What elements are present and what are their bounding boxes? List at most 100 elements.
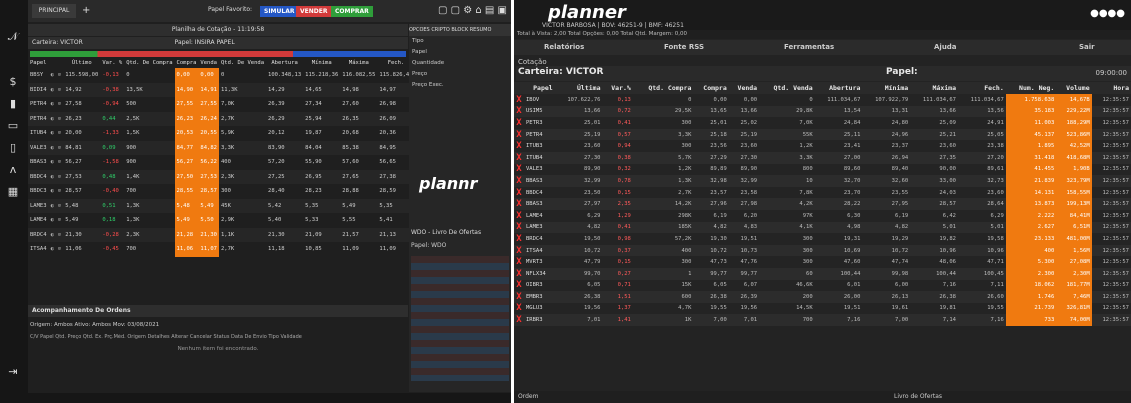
left-col-header[interactable]: Var. % bbox=[100, 58, 124, 68]
right-col-header[interactable]: Última bbox=[554, 82, 603, 94]
remove-row-icon[interactable]: X bbox=[514, 267, 524, 280]
remove-row-icon[interactable]: X bbox=[514, 221, 524, 234]
table-row[interactable]: X BBDC4 23,50 0,15 2,7K 23,57 23,58 7,8K 23,70 23… bbox=[514, 186, 1131, 199]
remove-row-icon[interactable]: X bbox=[514, 151, 524, 164]
right-col-header[interactable]: Fech. bbox=[957, 82, 1006, 94]
table-row[interactable]: X MVRT3 47,79 0,15 300 47,73 47,76 300 47,60 47,7… bbox=[514, 256, 1131, 268]
menu-ajuda[interactable]: Ajuda bbox=[934, 40, 957, 55]
table-row[interactable]: X LAME4 6,29 1,29 298K 6,19 6,20 97K 6,30 6,19 6,4… bbox=[514, 209, 1131, 222]
table-row[interactable]: X IRBR3 7,01 1,41 1K 7,00 7,01 700 7,16 7,00 7,14 7… bbox=[514, 314, 1131, 326]
carteira-select[interactable]: Carteira: VICTOR bbox=[32, 39, 83, 46]
remove-row-icon[interactable]: X bbox=[514, 94, 524, 106]
left-col-header[interactable]: Mínima bbox=[303, 58, 340, 68]
menu-relatorios[interactable]: Relatórios bbox=[544, 40, 584, 55]
menu-ferramentas[interactable]: Ferramentas bbox=[784, 40, 834, 55]
menu-sair[interactable]: Sair bbox=[1079, 40, 1095, 55]
remove-row-icon[interactable]: X bbox=[514, 279, 524, 292]
table-row[interactable]: X OIBR3 6,05 0,71 15K 6,05 6,07 46,6K 6,01 6,00 7,… bbox=[514, 279, 1131, 292]
table-row[interactable]: LAME4 ◐ ⊘ 5,49 0,18 1,3K 5,49 5,50 2,9K 5,40 5,33 5… bbox=[28, 213, 455, 228]
right-col-header[interactable]: Venda bbox=[728, 82, 760, 94]
remove-row-icon[interactable]: X bbox=[514, 302, 524, 315]
chart-icon[interactable]: ▮ bbox=[6, 97, 20, 111]
table-row[interactable]: ITSA4 ◐ ⊘ 11,06 -0,45 700 11,06 11,07 2,7K 11,18 1… bbox=[28, 242, 455, 257]
left-col-header[interactable]: Venda bbox=[198, 58, 219, 68]
table-row[interactable]: X PETR4 25,19 0,57 3,3K 25,18 25,19 55K 25,11 24,… bbox=[514, 128, 1131, 141]
table-row[interactable]: ITUB4 ◐ ⊘ 20,00 -1,33 1,5K 20,53 20,55 5,9K 20,12… bbox=[28, 126, 455, 141]
remove-row-icon[interactable]: X bbox=[514, 256, 524, 268]
logout-icon[interactable]: ⇥ bbox=[6, 365, 20, 379]
remove-row-icon[interactable]: X bbox=[514, 233, 524, 245]
right-col-header[interactable] bbox=[514, 82, 524, 94]
table-row[interactable]: BBDC4 ◐ ⊘ 27,53 0,48 1,4K 27,50 27,53 2,3K 27,25 2… bbox=[28, 169, 455, 184]
document-icon[interactable]: ▯ bbox=[6, 141, 20, 155]
grid-icon[interactable]: ▦ bbox=[6, 185, 20, 199]
remove-row-icon[interactable]: X bbox=[514, 128, 524, 141]
money-icon[interactable]: $ bbox=[6, 75, 20, 89]
signal-icon[interactable]: ᴧ bbox=[6, 163, 20, 177]
table-row[interactable]: BBSY ◐ ⊘ 115.598,00 -0,13 0 0,00 0,00 0 100.348,1… bbox=[28, 68, 455, 83]
remove-row-icon[interactable]: X bbox=[514, 291, 524, 303]
table-row[interactable]: X USIM5 13,66 0,72 29,5K 13,65 13,66 29,8K 13,54… bbox=[514, 105, 1131, 118]
add-tab-button[interactable]: + bbox=[82, 4, 90, 18]
comprar-button[interactable]: COMPRAR bbox=[331, 6, 373, 17]
menu-fonte-rss[interactable]: Fonte RSS bbox=[664, 40, 704, 55]
remove-row-icon[interactable]: X bbox=[514, 198, 524, 210]
left-col-header[interactable]: Papel bbox=[28, 58, 49, 68]
remove-row-icon[interactable]: X bbox=[514, 105, 524, 118]
toolbar-icons[interactable]: ▢ ▢ ⚙ ⌂ ▤ ▣ bbox=[438, 5, 507, 16]
right-col-header[interactable]: Volume bbox=[1056, 82, 1092, 94]
left-col-header[interactable]: Último bbox=[63, 58, 100, 68]
left-col-header[interactable]: Máxima bbox=[340, 58, 377, 68]
table-row[interactable]: X LAME3 4,82 0,41 185K 4,82 4,83 4,1K 4,98 4,82 5,… bbox=[514, 221, 1131, 234]
table-row[interactable]: PETR4 ◐ ⊘ 26,23 0,44 2,5K 26,23 26,24 2,7K 26,29 2… bbox=[28, 111, 455, 126]
papel-input[interactable]: Papel: bbox=[886, 67, 918, 77]
remove-row-icon[interactable]: X bbox=[514, 244, 524, 257]
left-col-header[interactable]: Qtd. De Venda bbox=[219, 58, 266, 68]
table-row[interactable]: X NFLX34 99,70 0,27 1 99,77 99,77 60 100,44 99,98… bbox=[514, 267, 1131, 280]
remove-row-icon[interactable]: X bbox=[514, 117, 524, 129]
right-col-header[interactable]: Qtd. Compra bbox=[632, 82, 694, 94]
right-col-header[interactable]: Máxima bbox=[910, 82, 958, 94]
table-row[interactable]: X BBAS3 32,99 0,78 1,3K 32,98 32,99 10 32,70 32,6… bbox=[514, 175, 1131, 187]
table-row[interactable]: BIDI4 ◐ ⊘ 14,92 -0,38 13,5K 14,90 14,91 11,3K 14,… bbox=[28, 82, 455, 97]
table-row[interactable]: LAME3 ◐ ⊘ 5,48 0,51 1,3K 5,48 5,49 45K 5,42 5,35 5,… bbox=[28, 198, 455, 213]
table-row[interactable]: BBAS3 ◐ ⊘ 56,27 -1,58 900 56,27 56,22 400 57,20 55… bbox=[28, 155, 455, 170]
header-icons[interactable]: ●●●● bbox=[1090, 8, 1125, 19]
remove-row-icon[interactable]: X bbox=[514, 209, 524, 222]
right-col-header[interactable]: Var.% bbox=[602, 82, 633, 94]
left-col-header[interactable] bbox=[56, 58, 63, 68]
vender-button[interactable]: VENDER bbox=[296, 6, 332, 17]
table-row[interactable]: VALE3 ◐ ⊘ 84,81 0,09 900 84,77 84,82 3,3K 83,90 84… bbox=[28, 140, 455, 155]
table-row[interactable]: PETR4 ◐ ⊘ 27,58 -0,94 500 27,55 27,55 7,0K 26,39 2… bbox=[28, 97, 455, 112]
side-tabs[interactable]: OPCOES CRIPTO BLOCK RESUMO bbox=[409, 24, 511, 36]
table-row[interactable]: X MGLU3 19,56 1,37 4,7K 19,55 19,56 14,5K 19,51 1… bbox=[514, 302, 1131, 315]
right-col-header[interactable]: Papel bbox=[524, 82, 555, 94]
book-papel[interactable]: Papel: WDO bbox=[411, 242, 446, 249]
left-col-header[interactable]: Qtd. De Compra bbox=[124, 58, 174, 68]
right-col-header[interactable]: Hora bbox=[1091, 82, 1131, 94]
table-row[interactable]: X BRDC4 19,50 0,98 57,2K 19,30 19,51 300 19,31 19… bbox=[514, 233, 1131, 245]
table-row[interactable]: X IBOV 107.622,76 0,13 0 0,00 0,00 0 111.034,67 1… bbox=[514, 94, 1131, 106]
left-col-header[interactable] bbox=[49, 58, 56, 68]
table-row[interactable]: X ITUB4 27,30 0,38 5,7K 27,29 27,30 3,3K 27,00 26… bbox=[514, 151, 1131, 164]
table-row[interactable]: BRDC4 ◐ ⊘ 21,30 -0,28 2,3K 21,28 21,30 1,1K 21,30… bbox=[28, 227, 455, 242]
left-col-header[interactable]: Compra bbox=[175, 58, 199, 68]
right-col-header[interactable]: Qtd. Venda bbox=[759, 82, 815, 94]
table-row[interactable]: X ITSA4 10,72 0,37 400 10,72 10,73 300 10,69 10,7… bbox=[514, 244, 1131, 257]
remove-row-icon[interactable]: X bbox=[514, 163, 524, 176]
table-row[interactable]: X ITUB3 23,60 0,94 300 23,56 23,60 1,2K 23,41 23,… bbox=[514, 140, 1131, 152]
table-row[interactable]: X EMBR3 26,38 1,51 600 26,38 26,39 200 26,00 26,1… bbox=[514, 291, 1131, 303]
remove-row-icon[interactable]: X bbox=[514, 175, 524, 187]
carteira-select[interactable]: Carteira: VICTOR bbox=[518, 67, 604, 77]
remove-row-icon[interactable]: X bbox=[514, 314, 524, 326]
footer-book[interactable]: Livro de Ofertas bbox=[894, 391, 942, 403]
right-col-header[interactable]: Mínima bbox=[862, 82, 911, 94]
screen-icon[interactable]: ▭ bbox=[6, 119, 20, 133]
left-col-header[interactable]: Abertura bbox=[266, 58, 303, 68]
remove-row-icon[interactable]: X bbox=[514, 186, 524, 199]
table-row[interactable]: BBDC3 ◐ ⊘ 28,57 -0,40 700 28,55 28,57 300 28,40 28… bbox=[28, 184, 455, 199]
right-col-header[interactable]: Abertura bbox=[814, 82, 863, 94]
papel-input[interactable]: Papel: INSIRA PAPEL bbox=[175, 39, 235, 46]
table-row[interactable]: X BBAS3 27,97 2,35 14,2K 27,96 27,98 4,2K 28,22 2… bbox=[514, 198, 1131, 210]
tab-principal[interactable]: PRINCIPAL bbox=[32, 4, 76, 18]
